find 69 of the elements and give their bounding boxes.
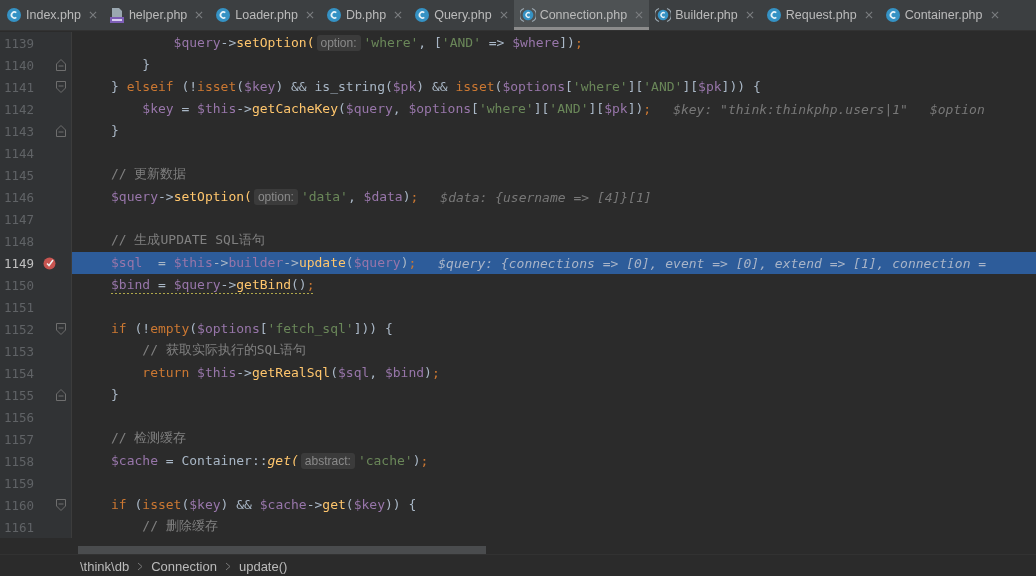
scrollbar-thumb[interactable] — [78, 546, 486, 554]
breadcrumb-item[interactable]: Connection — [151, 558, 217, 574]
close-icon[interactable] — [394, 11, 403, 19]
code-text: $query->setOption( — [172, 34, 315, 52]
close-icon[interactable] — [990, 11, 999, 19]
code-text: // 获取实际执行的SQL语句 — [141, 341, 307, 359]
code-text: 'cache'); — [357, 452, 429, 470]
code-text: if (isset($key) && $cache->get($key)) { — [111, 496, 417, 514]
code-text: } — [141, 56, 151, 74]
class-icon — [655, 7, 672, 23]
close-icon[interactable] — [305, 11, 314, 19]
class-icon — [215, 7, 232, 23]
code-text: } — [111, 386, 119, 404]
file-tab[interactable]: Query.php — [408, 0, 514, 30]
inline-value: $key: "think:thinkphp.users|1" — [673, 101, 908, 117]
class-icon — [519, 7, 536, 23]
inline-value: $data: {username => [4]}[1] — [440, 189, 652, 205]
class-icon — [884, 7, 901, 23]
fold-icon[interactable] — [56, 323, 66, 335]
chevron-icon — [224, 561, 231, 571]
file-tab[interactable]: helper.php — [102, 0, 210, 30]
code-text: // 删除缓存 — [141, 517, 218, 535]
file-tab[interactable]: Builder.php — [649, 0, 760, 30]
code-text: } elseif (!isset($key) && is_string($pk) && isset($options['where']['AND'][$pk])) { — [111, 78, 761, 96]
code-text: // 更新数据 — [111, 165, 187, 183]
close-icon[interactable] — [864, 11, 873, 19]
fold-icon[interactable] — [56, 81, 66, 93]
file-tab[interactable]: Request.php — [759, 0, 879, 30]
file-tab[interactable]: Loader.php — [209, 0, 320, 30]
code-text: return $this->getRealSql($sql, $bind); — [141, 364, 440, 382]
code-text: // 检测缓存 — [111, 429, 187, 447]
code-text: 'where', ['AND' => $where]); — [363, 34, 583, 52]
close-icon[interactable] — [635, 11, 644, 19]
code-text: if (!empty($options['fetch_sql'])) { — [111, 320, 393, 338]
class-icon — [765, 7, 782, 23]
code-text: $sql = $this->builder->update($query); — [111, 254, 417, 272]
file-tab[interactable]: Connection.php — [513, 0, 650, 30]
code-text: } — [111, 122, 119, 140]
code-text: $bind = $query->getBind(); — [111, 276, 315, 294]
line-number: 1149 — [2, 255, 34, 271]
parameter-hint: abstract: — [300, 453, 355, 469]
file-tab[interactable]: Db.php — [319, 0, 409, 30]
class-icon — [325, 7, 342, 23]
file-tab[interactable]: Index.php — [0, 0, 103, 30]
inline-value: $option — [929, 101, 985, 117]
fold-icon[interactable] — [56, 125, 66, 137]
close-icon[interactable] — [195, 11, 204, 19]
code-text: 'data', $data); — [300, 188, 419, 206]
close-icon[interactable] — [499, 11, 508, 19]
fold-icon[interactable] — [56, 389, 66, 401]
code-text: $cache = Container::get( — [111, 452, 299, 470]
parameter-hint: option: — [316, 35, 361, 51]
class-icon — [6, 7, 22, 23]
file-tab[interactable]: Container.php — [878, 0, 1005, 30]
breakpoint-icon[interactable] — [43, 256, 56, 270]
php-file-icon — [108, 7, 125, 23]
code-text: $key = $this->getCacheKey($query, $options['where']['AND'][$pk]); — [141, 100, 652, 118]
close-icon[interactable] — [745, 11, 754, 19]
parameter-hint: option: — [253, 189, 298, 205]
code-text: // 生成UPDATE SQL语句 — [111, 231, 265, 249]
chevron-icon — [137, 561, 144, 571]
fold-icon[interactable] — [56, 59, 66, 71]
breadcrumb-item[interactable]: update() — [238, 558, 288, 574]
fold-icon[interactable] — [56, 499, 66, 511]
breadcrumb-item[interactable]: \think\db — [80, 558, 130, 574]
close-icon[interactable] — [88, 11, 97, 19]
class-icon — [414, 7, 431, 23]
inline-value: $query: {connections => [0], event => [0], extend => [1], connection = — [438, 255, 987, 271]
code-text: $query->setOption( — [111, 188, 252, 206]
